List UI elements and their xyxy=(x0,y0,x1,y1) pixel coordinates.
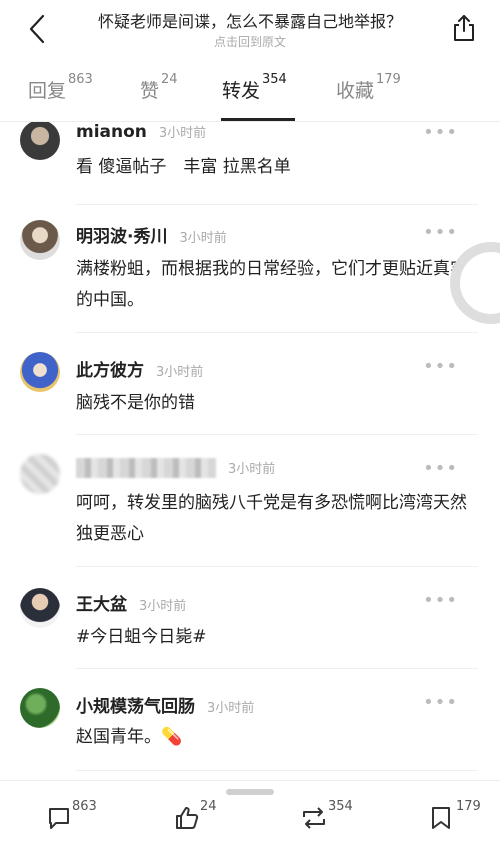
user-name-text: mianon xyxy=(76,122,147,142)
tab-reposts-label: 转发 xyxy=(222,80,261,102)
chevron-left-icon xyxy=(29,14,45,44)
post-title[interactable]: 怀疑老师是间谍，怎么不暴露自己地举报？ xyxy=(70,8,430,32)
user-name[interactable]: 明羽波·秀川 3小时前 xyxy=(76,222,227,247)
user-name-text: 小规模荡气回肠 xyxy=(76,697,195,717)
avatar[interactable] xyxy=(20,352,60,392)
top-bar: 怀疑老师是间谍，怎么不暴露自己地举报？ 点击回到原文 xyxy=(0,0,500,60)
comment-text: 满楼粉蛆，而根据我的日常经验，它们才更贴近真实的中国。 xyxy=(76,259,467,310)
blurred-user-name xyxy=(76,458,216,478)
like-count: 24 xyxy=(200,799,217,814)
tab-favorites-label: 收藏 xyxy=(336,80,375,102)
tab-favorites-count: 179 xyxy=(376,71,401,87)
tab-favorites[interactable]: 收藏179 xyxy=(336,72,401,116)
timestamp: 3小时前 xyxy=(207,701,255,716)
divider xyxy=(76,668,478,669)
more-button[interactable]: ••• xyxy=(423,356,458,377)
timestamp: 3小时前 xyxy=(179,231,227,246)
active-tab-indicator xyxy=(221,118,295,121)
drag-handle[interactable] xyxy=(226,789,274,795)
user-name[interactable]: 王大盆 3小时前 xyxy=(76,590,186,615)
user-name[interactable]: 3小时前 xyxy=(76,458,275,478)
comment-text: 呵呵，转发里的脑残八千党是有多恐慌啊比湾湾天然独更恶心 xyxy=(76,493,467,544)
tab-reposts-count: 354 xyxy=(262,71,287,87)
repost-count: 354 xyxy=(328,799,353,814)
timestamp: 3小时前 xyxy=(158,126,207,141)
repost-icon xyxy=(303,807,325,829)
user-name-text: 明羽波·秀川 xyxy=(76,227,168,247)
more-button[interactable]: ••• xyxy=(423,458,458,479)
comment-text: 脑残不是你的错 xyxy=(76,393,195,413)
timestamp: 3小时前 xyxy=(228,462,276,477)
comment-text: 赵国青年。💊 xyxy=(76,727,183,747)
user-name-text: 此方彼方 xyxy=(76,361,144,381)
comment-button[interactable]: 863 xyxy=(46,799,116,839)
favorite-count: 179 xyxy=(456,799,481,814)
timestamp: 3小时前 xyxy=(139,599,187,614)
tab-replies[interactable]: 回复863 xyxy=(28,72,93,116)
avatar[interactable] xyxy=(20,688,60,728)
divider xyxy=(76,770,478,771)
bookmark-icon xyxy=(432,807,450,829)
more-button[interactable]: ••• xyxy=(423,692,458,713)
tab-likes-label: 赞 xyxy=(140,80,160,102)
timestamp: 3小时前 xyxy=(156,365,204,380)
more-button[interactable]: ••• xyxy=(423,122,458,143)
avatar[interactable] xyxy=(20,122,60,160)
comment-text: 看 傻逼帖子 丰富 拉黑名单 xyxy=(76,157,291,177)
tab-bar: 回复863 赞24 转发354 收藏179 xyxy=(0,66,500,122)
comment-icon xyxy=(49,808,69,829)
back-button[interactable] xyxy=(22,12,52,46)
avatar[interactable] xyxy=(20,220,60,260)
avatar[interactable] xyxy=(20,588,60,628)
more-button[interactable]: ••• xyxy=(423,222,458,243)
user-name[interactable]: mianon 3小时前 xyxy=(76,122,206,142)
divider xyxy=(76,566,478,567)
repost-list[interactable]: mianon 3小时前 ••• 看 傻逼帖子 丰富 拉黑名单 明羽波·秀川 3小时前… xyxy=(0,122,500,782)
back-to-original-link[interactable]: 点击回到原文 xyxy=(70,33,430,50)
favorite-button[interactable]: 179 xyxy=(430,799,490,839)
bottom-action-bar: 863 24 354 179 xyxy=(0,780,500,850)
comment-text: #今日蛆今日毙# xyxy=(76,627,207,647)
tab-replies-label: 回复 xyxy=(28,80,67,102)
repost-button[interactable]: 354 xyxy=(300,799,370,839)
tab-likes-count: 24 xyxy=(161,71,178,87)
divider xyxy=(76,332,478,333)
like-button[interactable]: 24 xyxy=(174,799,244,839)
user-name[interactable]: 小规模荡气回肠 3小时前 xyxy=(76,692,254,717)
thumbs-up-icon xyxy=(176,807,199,829)
comment-count: 863 xyxy=(72,799,97,814)
user-name[interactable]: 此方彼方 3小时前 xyxy=(76,356,203,381)
user-name-text: 王大盆 xyxy=(76,595,127,615)
tab-likes[interactable]: 赞24 xyxy=(140,72,178,116)
tab-reposts[interactable]: 转发354 xyxy=(222,72,287,116)
tab-replies-count: 863 xyxy=(68,71,93,87)
share-button[interactable] xyxy=(448,10,480,46)
more-button[interactable]: ••• xyxy=(423,590,458,611)
divider xyxy=(76,204,478,205)
divider xyxy=(76,434,478,435)
share-icon xyxy=(454,15,474,41)
avatar[interactable] xyxy=(20,454,60,494)
